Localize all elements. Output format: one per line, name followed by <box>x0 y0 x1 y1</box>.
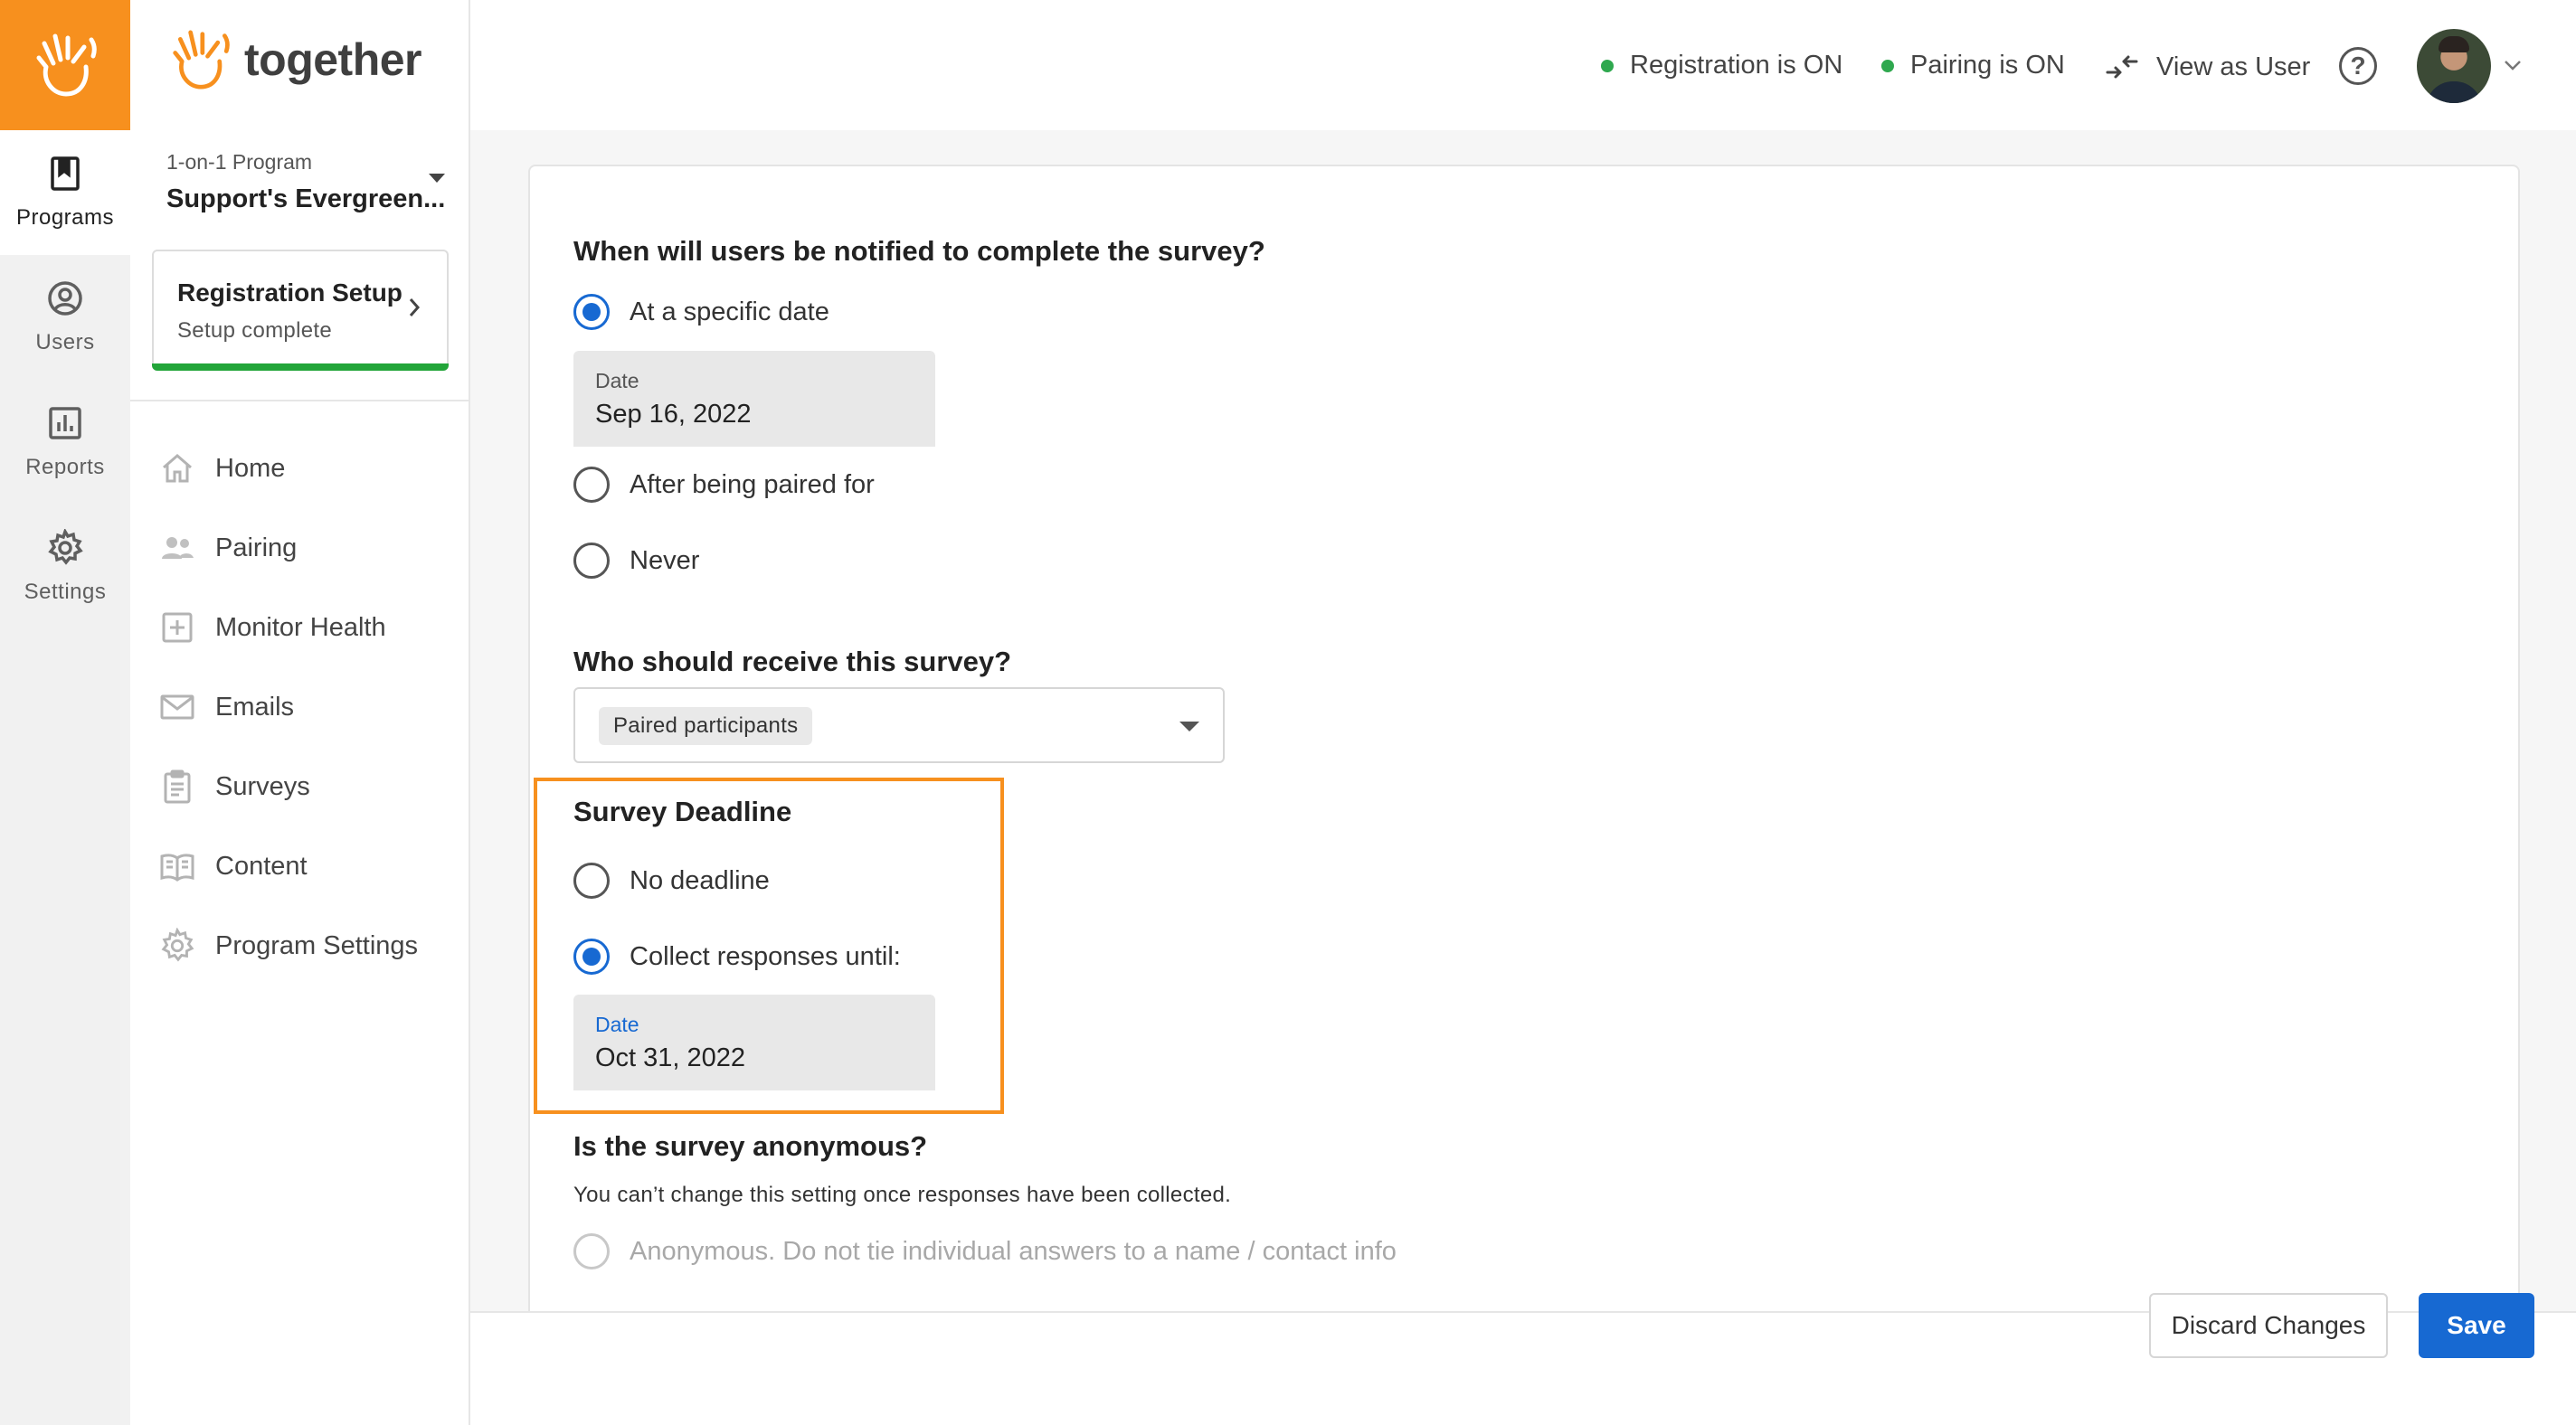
chevron-right-icon <box>409 298 421 316</box>
sidebar-item-emails[interactable]: Emails <box>159 680 449 734</box>
date-field-label: Date <box>595 369 639 392</box>
sidebar-item-label: Emails <box>215 692 295 722</box>
recipients-select[interactable]: Paired participants <box>573 687 1225 763</box>
sidebar-item-pairing[interactable]: Pairing <box>159 521 449 575</box>
date-field-label: Date <box>595 1013 639 1036</box>
help-glyph: ? <box>2350 52 2366 80</box>
app-rail: Programs Users Reports Settings <box>0 0 130 1425</box>
sidebar-item-monitor-health[interactable]: Monitor Health <box>159 600 449 655</box>
radio-button[interactable] <box>573 467 610 503</box>
avatar[interactable] <box>2417 29 2491 103</box>
rail-item-settings[interactable]: Settings <box>0 505 130 629</box>
sidebar-item-label: Content <box>215 851 308 881</box>
brand-name: together <box>244 34 422 85</box>
radio-button-checked[interactable] <box>573 294 610 330</box>
avatar-shirt <box>2426 81 2482 103</box>
setup-card-status: Setup complete <box>177 318 332 343</box>
radio-no-deadline[interactable]: No deadline <box>573 861 770 901</box>
gear-icon <box>48 529 83 565</box>
anonymous-note: You can’t change this setting once respo… <box>573 1183 1232 1207</box>
rail-item-users[interactable]: Users <box>0 255 130 380</box>
rail-item-label: Programs <box>15 205 115 230</box>
setup-progress-bar <box>152 363 449 371</box>
selected-chip[interactable]: Paired participants <box>599 707 813 745</box>
bar-chart-icon <box>49 407 81 439</box>
status-dot-icon <box>1601 59 1614 72</box>
sidebar-item-label: Monitor Health <box>215 612 386 642</box>
home-icon <box>163 454 192 483</box>
waving-hand-icon <box>36 33 97 97</box>
divider <box>130 400 469 401</box>
radio-label: At a specific date <box>630 297 829 326</box>
pairing-status: Pairing is ON <box>1881 51 2065 80</box>
rail-item-label: Settings <box>24 580 107 604</box>
envelope-icon <box>160 694 194 720</box>
view-as-user-label: View as User <box>2156 52 2311 81</box>
radio-label: Collect responses until: <box>630 941 901 971</box>
pairing-status-label: Pairing is ON <box>1910 51 2065 80</box>
rail-item-label: Users <box>35 330 95 354</box>
radio-button[interactable] <box>573 543 610 579</box>
user-circle-icon <box>48 281 82 316</box>
radio-label: After being paired for <box>630 469 875 499</box>
chevron-down-icon[interactable] <box>2502 54 2524 76</box>
radio-anonymous[interactable]: Anonymous. Do not tie individual answers… <box>573 1232 1397 1271</box>
program-type: 1-on-1 Program <box>166 150 313 174</box>
radio-label: Anonymous. Do not tie individual answers… <box>630 1236 1397 1266</box>
brand[interactable]: together <box>170 27 422 92</box>
recipients-question: Who should receive this survey? <box>573 646 1012 677</box>
sidebar-item-label: Program Settings <box>215 930 419 960</box>
radio-button[interactable] <box>573 863 610 899</box>
anonymous-question: Is the survey anonymous? <box>573 1130 928 1162</box>
bookmark-icon <box>51 156 80 191</box>
setup-card-title: Registration Setup <box>177 278 402 307</box>
top-header: Registration is ON Pairing is ON View as… <box>470 0 2576 130</box>
rail-item-label: Reports <box>25 455 105 479</box>
notify-date-field[interactable]: Date Sep 16, 2022 <box>573 351 935 447</box>
registration-status: Registration is ON <box>1601 51 1842 80</box>
date-field-value: Sep 16, 2022 <box>595 400 752 429</box>
sidebar-item-content[interactable]: Content <box>159 839 449 893</box>
radio-label: No deadline <box>630 865 770 895</box>
sidebar-item-surveys[interactable]: Surveys <box>159 760 449 814</box>
caret-down-icon <box>429 174 445 183</box>
waving-hand-icon <box>173 30 230 90</box>
sidebar-item-label: Pairing <box>215 533 298 562</box>
notify-question: When will users be notified to complete … <box>573 235 1265 267</box>
avatar-hair <box>2439 36 2469 52</box>
caret-down-icon <box>1179 722 1199 731</box>
radio-never[interactable]: Never <box>573 541 699 580</box>
discard-changes-button[interactable]: Discard Changes <box>2149 1293 2388 1358</box>
app-logo[interactable] <box>0 0 130 130</box>
radio-after-paired[interactable]: After being paired for <box>573 465 875 505</box>
book-open-icon <box>160 854 194 882</box>
swap-arrows-icon <box>2106 55 2138 79</box>
status-dot-icon <box>1881 59 1894 72</box>
radio-button-disabled[interactable] <box>573 1233 610 1269</box>
view-as-user-button[interactable]: View as User <box>2104 51 2310 83</box>
sidebar-item-home[interactable]: Home <box>159 441 449 495</box>
radio-button-checked[interactable] <box>573 939 610 975</box>
gear-icon <box>161 928 194 962</box>
radio-at-specific-date[interactable]: At a specific date <box>573 292 829 332</box>
sidebar-item-program-settings[interactable]: Program Settings <box>159 919 449 973</box>
registration-status-label: Registration is ON <box>1630 51 1843 80</box>
rail-item-reports[interactable]: Reports <box>0 380 130 505</box>
program-name: Support's Evergreen... <box>166 184 446 213</box>
save-button[interactable]: Save <box>2419 1293 2534 1358</box>
sidebar-item-label: Home <box>215 453 286 483</box>
registration-setup-card[interactable]: Registration Setup Setup complete <box>152 250 449 371</box>
deadline-date-field[interactable]: Date Oct 31, 2022 <box>573 995 935 1090</box>
program-sidebar: together 1-on-1 Program Support's Evergr… <box>130 0 470 1425</box>
people-icon <box>162 537 194 559</box>
clipboard-icon <box>164 769 191 804</box>
sidebar-item-label: Surveys <box>215 771 310 801</box>
rail-item-programs[interactable]: Programs <box>0 130 130 255</box>
deadline-title: Survey Deadline <box>573 796 792 827</box>
date-field-value: Oct 31, 2022 <box>595 1043 746 1072</box>
help-icon[interactable]: ? <box>2339 47 2377 85</box>
radio-collect-until[interactable]: Collect responses until: <box>573 937 901 977</box>
radio-label: Never <box>630 545 700 575</box>
plus-square-icon <box>162 612 193 643</box>
